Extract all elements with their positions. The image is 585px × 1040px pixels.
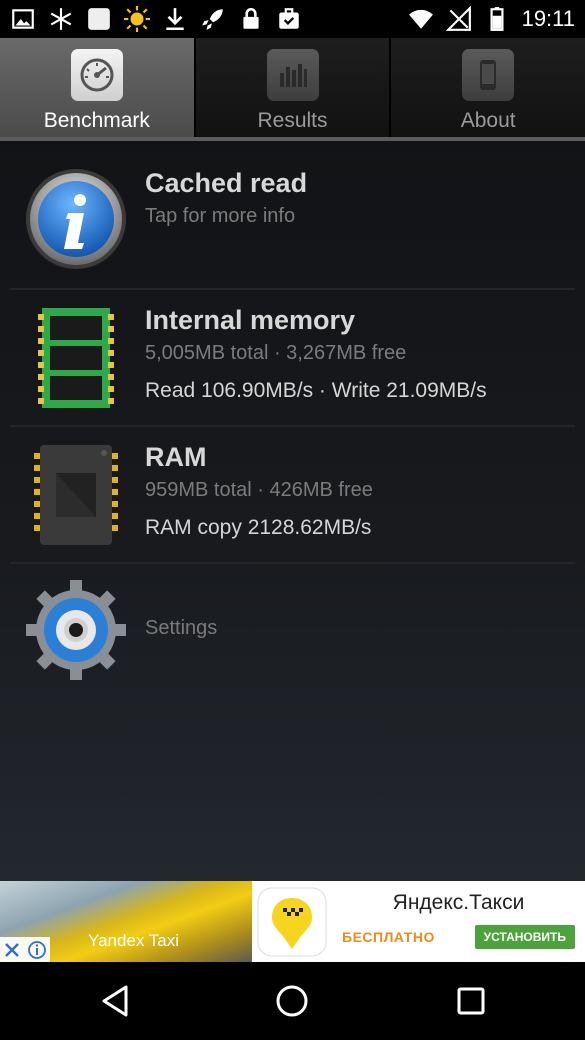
tab-about[interactable]: About [391,38,585,139]
home-icon[interactable] [272,981,312,1021]
memory-card-icon [38,308,114,408]
tab-bar: Benchmark Results About [0,38,585,139]
list-item-settings[interactable]: Settings [0,564,585,694]
benchmark-list: Cached read Tap for more info Internal m… [0,141,585,881]
list-item-internal-memory[interactable]: Internal memory 5,005MB total · 3,267MB … [0,290,585,425]
install-button[interactable]: УСТАНОВИТЬ [474,925,575,949]
settings-text: Settings [145,617,217,640]
ad-close-controls [0,937,50,962]
internal-memory-text: Internal memory 5,005MB total · 3,267MB … [145,304,487,404]
image-icon [12,9,34,29]
item-speed: Read 106.90MB/s · Write 21.09MB/s [145,379,487,402]
item-subtitle: Tap for more info [145,205,296,227]
list-item-ram[interactable]: RAM 959MB total · 426MB free RAM copy 21… [0,427,585,562]
bar-chart-icon [266,49,319,101]
lock-icon [243,7,259,29]
settings-label: Settings [145,617,218,639]
ad-body: Яндекс.Такси БЕСПЛАТНО УСТАНОВИТЬ [332,881,585,962]
yandex-taxi-logo [252,881,332,962]
back-icon[interactable] [96,981,136,1021]
tab-label: Results [257,109,328,132]
no-signal-icon [445,6,471,31]
taxi-pin-icon [257,887,327,956]
system-icons: 19:11 [408,6,575,32]
tab-benchmark[interactable]: Benchmark [0,38,196,139]
ad-banner[interactable]: Yandex Taxi Яндекс.Такси БЕСПЛАТНО УСТАН… [0,881,585,962]
ad-photo[interactable]: Yandex Taxi [0,881,252,962]
item-title: RAM [145,442,207,472]
info-icon [26,169,126,269]
phone-icon [462,49,515,101]
notification-icons [10,6,302,32]
ad-photo-text: Yandex Taxi [88,931,180,950]
item-title: Cached read [145,168,308,198]
tab-label: About [460,109,516,132]
ram-text: RAM 959MB total · 426MB free RAM copy 21… [145,441,373,541]
square-icon [88,8,110,30]
item-subtitle: 5,005MB total · 3,267MB free [145,342,407,364]
recents-icon[interactable] [451,981,491,1021]
ad-title: Яндекс.Такси [392,891,525,914]
cached-read-text: Cached read Tap for more info [145,167,307,229]
tab-label: Benchmark [43,109,150,132]
item-subtitle: 959MB total · 426MB free [145,479,373,501]
status-bar: 19:11 [0,0,585,38]
close-icon[interactable] [3,941,21,959]
download-icon [166,8,184,31]
ad-info-icon[interactable] [27,940,47,960]
list-item-cached-read[interactable]: Cached read Tap for more info [0,141,585,288]
gear-icon [26,580,126,680]
rocket-icon [202,9,223,30]
sun-icon [124,6,150,32]
clock: 19:11 [521,6,575,31]
wifi-icon [408,9,433,29]
speedometer-icon [70,49,123,101]
item-title: Internal memory [145,305,356,335]
ad-free-label: БЕСПЛАТНО [342,929,435,945]
snowflake-icon [50,8,72,30]
battery-icon [490,7,504,31]
navigation-bar [0,962,585,1040]
ad-row: БЕСПЛАТНО УСТАНОВИТЬ [342,925,575,949]
briefcase-check-icon [279,8,299,29]
item-speed: RAM copy 2128.62MB/s [145,516,372,539]
chip-icon [34,445,118,545]
tab-results[interactable]: Results [195,38,392,139]
